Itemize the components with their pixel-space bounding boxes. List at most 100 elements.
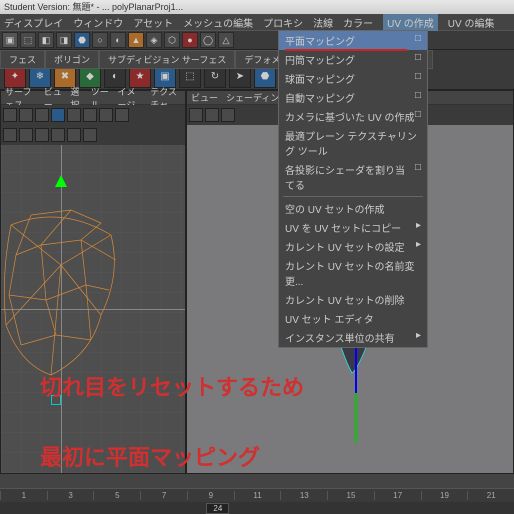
- separator: [283, 196, 423, 197]
- dd-copy-uvset[interactable]: UV を UV セットにコピー ▸: [279, 218, 427, 237]
- dd-label: カレント UV セットの設定: [285, 239, 404, 254]
- ptool-icon[interactable]: [19, 128, 33, 142]
- tool-icon[interactable]: ◯: [200, 32, 216, 48]
- menu-uv-create[interactable]: UV の作成: [383, 14, 438, 31]
- time-tick[interactable]: 5: [93, 491, 140, 500]
- time-tick[interactable]: 7: [140, 491, 187, 500]
- option-box-icon[interactable]: □: [415, 162, 421, 192]
- ptool-icon[interactable]: [67, 108, 81, 122]
- uv-wireframe: [1, 205, 131, 385]
- menu-asset[interactable]: アセット: [133, 15, 173, 30]
- time-tick[interactable]: 21: [467, 491, 514, 500]
- scale-handle-icon[interactable]: [51, 395, 61, 405]
- uv-viewport[interactable]: [1, 145, 185, 473]
- panel-toolbar: [1, 105, 185, 125]
- time-tick[interactable]: 15: [327, 491, 374, 500]
- viewport-panels: サーフェス ビュー 選択 ツール イメージ テクスチャ: [0, 90, 514, 474]
- uv-create-dropdown: 平面マッピング□ 円筒マッピング□ 球面マッピング □ 自動マッピング □ カメラに…: [278, 30, 428, 348]
- time-tick[interactable]: 1: [0, 491, 47, 500]
- ptool-icon[interactable]: [83, 108, 97, 122]
- ptool-icon[interactable]: [115, 108, 129, 122]
- timeline[interactable]: 1 3 5 7 9 11 13 15 17 19 21: [0, 488, 514, 502]
- tool-icon[interactable]: ◨: [56, 32, 72, 48]
- dd-cylindrical-mapping[interactable]: 円筒マッピング□: [279, 50, 427, 69]
- dd-empty-uvset[interactable]: 空の UV セットの作成: [279, 199, 427, 218]
- tool-icon[interactable]: ◐: [110, 32, 126, 48]
- tool-icon[interactable]: ⬣: [74, 32, 90, 48]
- dd-camera-uv[interactable]: カメラに基づいた UV の作成□: [279, 107, 427, 126]
- range-slider[interactable]: 24: [0, 502, 514, 514]
- ptool-icon[interactable]: [3, 128, 17, 142]
- ptool-icon[interactable]: [189, 108, 203, 122]
- time-tick[interactable]: 11: [234, 491, 281, 500]
- time-tick[interactable]: 9: [187, 491, 234, 500]
- dd-instance-share[interactable]: インスタンス単位の共有 ▸: [279, 328, 427, 347]
- ptool-icon[interactable]: [221, 108, 235, 122]
- tool-icon[interactable]: △: [218, 32, 234, 48]
- shelf-tab[interactable]: サブディビジョン サーフェス: [99, 50, 235, 69]
- tool-icon[interactable]: ○: [92, 32, 108, 48]
- tool-icon[interactable]: ●: [182, 32, 198, 48]
- ptool-icon[interactable]: [51, 108, 65, 122]
- dd-planar-mapping[interactable]: 平面マッピング□: [279, 31, 427, 50]
- menu-normal[interactable]: 法線: [313, 15, 333, 30]
- tool-icon[interactable]: ⬚: [20, 32, 36, 48]
- dd-rename-uvset[interactable]: カレント UV セットの名前変更...: [279, 256, 427, 290]
- submenu-arrow-icon: ▸: [416, 220, 421, 235]
- ptool-icon[interactable]: [83, 128, 97, 142]
- option-box-icon[interactable]: □: [415, 33, 421, 48]
- tool-icon[interactable]: ⬡: [164, 32, 180, 48]
- shelf-tab[interactable]: フェス: [0, 50, 45, 69]
- tool-icon[interactable]: ▲: [128, 32, 144, 48]
- tool-icon[interactable]: ◈: [146, 32, 162, 48]
- dd-spherical-mapping[interactable]: 球面マッピング □: [279, 69, 427, 88]
- tool-icon[interactable]: ▣: [2, 32, 18, 48]
- submenu-arrow-icon: ▸: [416, 330, 421, 345]
- current-frame[interactable]: 24: [206, 503, 229, 514]
- dd-label: 球面マッピング: [285, 71, 355, 86]
- main-menu-bar: ディスプレイ ウィンドウ アセット メッシュの編集 プロキシ 法線 カラー UV…: [0, 14, 514, 30]
- panel-toolbar-2: [1, 125, 185, 145]
- dd-uvset-editor[interactable]: UV セット エディタ: [279, 309, 427, 328]
- time-tick[interactable]: 17: [374, 491, 421, 500]
- option-box-icon[interactable]: □: [415, 71, 421, 86]
- dd-auto-mapping[interactable]: 自動マッピング □: [279, 88, 427, 107]
- dd-best-plane[interactable]: 最適プレーン テクスチャリング ツール: [279, 126, 427, 160]
- option-box-icon[interactable]: □: [415, 90, 421, 105]
- uv-editor-panel: サーフェス ビュー 選択 ツール イメージ テクスチャ: [0, 90, 186, 474]
- time-tick[interactable]: 13: [280, 491, 327, 500]
- ptool-icon[interactable]: [99, 108, 113, 122]
- dd-label: 各投影にシェーダを割り当てる: [285, 162, 415, 192]
- dd-assign-shader[interactable]: 各投影にシェーダを割り当てる□: [279, 160, 427, 194]
- menu-mesh-edit[interactable]: メッシュの編集: [183, 15, 253, 30]
- status-toolbar: ▣ ⬚ ◧ ◨ ⬣ ○ ◐ ▲ ◈ ⬡ ● ◯ △: [0, 30, 514, 50]
- option-box-icon[interactable]: □: [415, 109, 421, 124]
- move-arrow-icon[interactable]: [55, 175, 67, 187]
- y-axis-handle[interactable]: [355, 393, 357, 443]
- dd-set-current-uvset[interactable]: カレント UV セットの設定▸: [279, 237, 427, 256]
- ptool-icon[interactable]: [3, 108, 17, 122]
- dd-label: 自動マッピング: [285, 90, 355, 105]
- panel-menu: サーフェス ビュー 選択 ツール イメージ テクスチャ: [1, 91, 185, 105]
- option-box-icon[interactable]: □: [415, 52, 421, 67]
- ptool-icon[interactable]: [35, 128, 49, 142]
- ptool-icon[interactable]: [51, 128, 65, 142]
- pm-item[interactable]: ビュー: [191, 91, 218, 104]
- menu-color[interactable]: カラー: [343, 15, 373, 30]
- title-bar: Student Version: 無題* - ... polyPlanarPro…: [0, 0, 514, 14]
- ptool-icon[interactable]: [205, 108, 219, 122]
- ptool-icon[interactable]: [67, 128, 81, 142]
- dd-label: インスタンス単位の共有: [285, 330, 395, 345]
- dd-delete-uvset[interactable]: カレント UV セットの削除: [279, 290, 427, 309]
- menu-window[interactable]: ウィンドウ: [73, 15, 123, 30]
- menu-uv-edit[interactable]: UV の編集: [448, 15, 495, 30]
- time-tick[interactable]: 3: [47, 491, 94, 500]
- dd-label: UV を UV セットにコピー: [285, 220, 401, 235]
- ptool-icon[interactable]: [35, 108, 49, 122]
- menu-display[interactable]: ディスプレイ: [4, 15, 63, 30]
- shelf-tab[interactable]: ポリゴン: [45, 50, 99, 69]
- menu-proxy[interactable]: プロキシ: [263, 15, 303, 30]
- tool-icon[interactable]: ◧: [38, 32, 54, 48]
- time-tick[interactable]: 19: [421, 491, 468, 500]
- ptool-icon[interactable]: [19, 108, 33, 122]
